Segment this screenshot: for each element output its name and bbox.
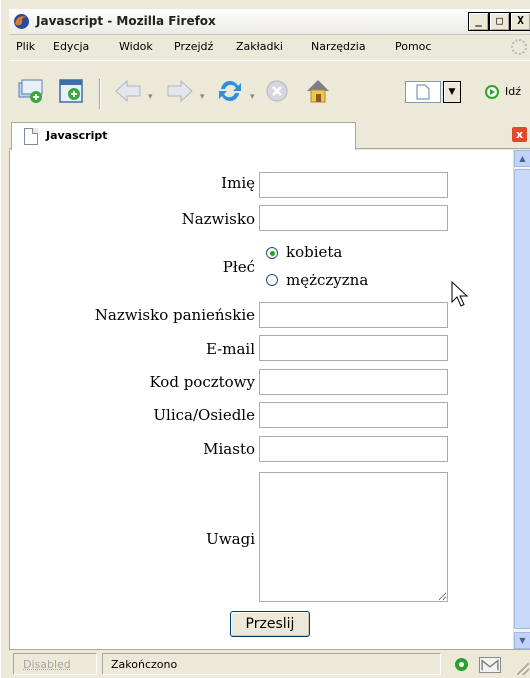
nazwisko-label: Nazwisko: [181, 210, 255, 228]
miasto-label: Miasto: [203, 440, 255, 458]
kod-pocztowy-label: Kod pocztowy: [149, 373, 255, 391]
maximize-button[interactable]: □: [489, 12, 510, 31]
window-controls: _ □ X: [468, 12, 530, 31]
document-icon: [24, 128, 38, 145]
new-window-icon[interactable]: [57, 77, 85, 105]
mouse-cursor-icon: [451, 281, 469, 307]
menu-bar: Plik Edycja Widok Przejdź Zakładki Narzę…: [9, 36, 530, 58]
scroll-up-icon[interactable]: ▲: [514, 150, 530, 167]
scroll-thumb[interactable]: [514, 169, 530, 629]
firefox-icon: [14, 14, 29, 29]
plec-label: Płeć: [222, 258, 255, 276]
menu-narzedzia[interactable]: Narzędzia: [311, 40, 366, 53]
window-title: Javascript - Mozilla Firefox: [36, 14, 216, 28]
new-tab-icon[interactable]: [17, 77, 45, 105]
email-input[interactable]: [259, 335, 448, 361]
status-text: Zakończono: [102, 653, 441, 675]
toolbar-separator: [99, 79, 101, 109]
go-button-label[interactable]: Idź: [505, 85, 521, 98]
uwagi-textarea[interactable]: [259, 472, 448, 602]
nazwisko-panienskie-label: Nazwisko panieńskie: [94, 306, 255, 324]
mail-icon[interactable]: [479, 657, 501, 673]
nazwisko-panienskie-input[interactable]: [259, 302, 448, 328]
tab-bar: Javascript x: [9, 121, 530, 150]
tab-close-icon[interactable]: x: [512, 127, 527, 142]
miasto-input[interactable]: [259, 436, 448, 462]
mezczyzna-label: mężczyzna: [286, 271, 369, 289]
resize-grip-icon[interactable]: [517, 663, 529, 675]
email-label: E-mail: [205, 340, 255, 358]
kobieta-radio[interactable]: [266, 247, 278, 259]
reload-dropdown-icon[interactable]: ▾: [250, 92, 255, 102]
stop-icon[interactable]: [263, 77, 291, 105]
menu-przejdz[interactable]: Przejdź: [174, 40, 213, 53]
menu-widok[interactable]: Widok: [119, 40, 153, 53]
title-bar: Javascript - Mozilla Firefox _ □ X: [9, 9, 530, 35]
status-bar: Disabled Zakończono: [9, 649, 530, 678]
minimize-button[interactable]: _: [468, 12, 489, 31]
kod-pocztowy-input[interactable]: [259, 369, 448, 395]
home-icon[interactable]: [303, 77, 333, 105]
browser-window: Javascript - Mozilla Firefox _ □ X Plik …: [0, 0, 530, 678]
kobieta-label: kobieta: [286, 243, 343, 261]
close-button[interactable]: X: [510, 12, 530, 31]
page-content: Imię Nazwisko Płeć kobieta mężczyzna Naz…: [9, 150, 513, 649]
throbber-icon: [511, 39, 527, 55]
url-dropdown-button[interactable]: ▼: [443, 81, 461, 103]
tab-label: Javascript: [46, 129, 108, 142]
submit-button[interactable]: Przeslij: [230, 611, 310, 637]
page-icon: [416, 84, 430, 100]
disabled-indicator[interactable]: Disabled: [13, 653, 97, 675]
forward-icon[interactable]: [165, 77, 195, 105]
nazwisko-input[interactable]: [259, 205, 448, 231]
menu-edycja[interactable]: Edycja: [53, 40, 89, 53]
ulica-input[interactable]: [259, 402, 448, 428]
tab-javascript[interactable]: Javascript: [11, 122, 356, 150]
navigation-toolbar: ▾ ▾ ▾ ▼ Idź: [9, 60, 530, 120]
imie-input[interactable]: [259, 172, 448, 198]
back-dropdown-icon[interactable]: ▾: [148, 92, 153, 102]
go-icon[interactable]: [485, 85, 499, 99]
uwagi-label: Uwagi: [206, 530, 255, 548]
menu-plik[interactable]: Plik: [16, 40, 35, 53]
imie-label: Imię: [221, 174, 255, 192]
forward-dropdown-icon[interactable]: ▾: [200, 92, 205, 102]
menu-pomoc[interactable]: Pomoc: [395, 40, 431, 53]
status-ok-icon: [455, 658, 468, 671]
mezczyzna-radio[interactable]: [266, 274, 278, 286]
vertical-scrollbar[interactable]: ▲ ▼: [513, 150, 530, 649]
ulica-label: Ulica/Osiedle: [153, 406, 255, 424]
back-icon[interactable]: [113, 77, 143, 105]
menu-zakladki[interactable]: Zakładki: [236, 40, 283, 53]
scroll-down-icon[interactable]: ▼: [514, 632, 530, 649]
page-proxy-field[interactable]: [405, 81, 441, 103]
reload-icon[interactable]: [215, 77, 245, 105]
